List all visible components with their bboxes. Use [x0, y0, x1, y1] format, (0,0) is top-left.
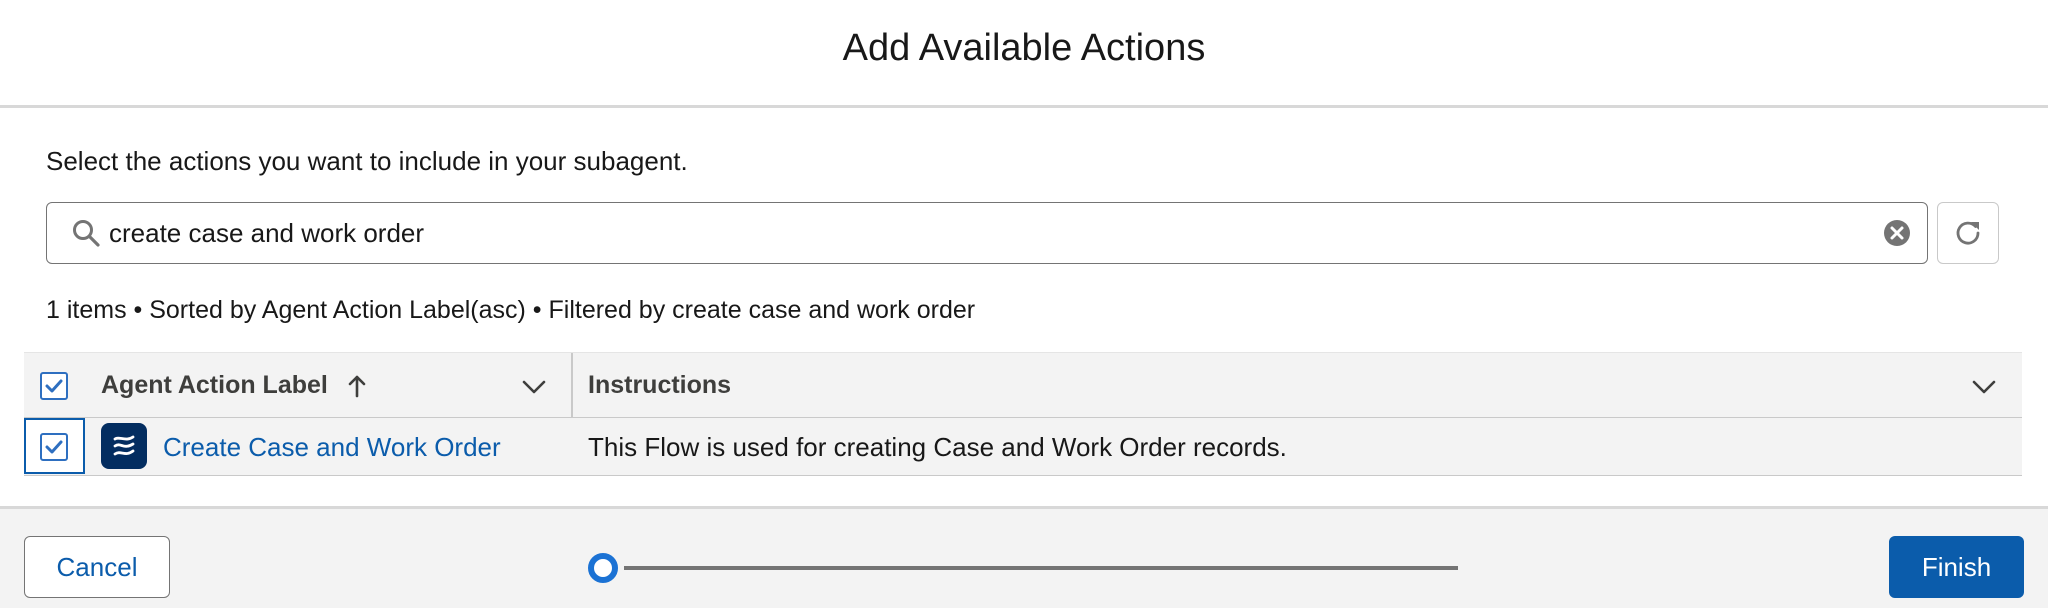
column-menu-chevron-down-icon[interactable] [520, 375, 548, 399]
column-menu-chevron-down-icon[interactable] [1970, 375, 1998, 399]
row-select-cell[interactable] [24, 418, 85, 474]
table-row: Create Case and Work Order This Flow is … [24, 418, 2022, 476]
modal-title: Add Available Actions [842, 27, 1206, 69]
add-actions-modal: Add Available Actions Select the actions… [0, 0, 2048, 608]
search-icon [73, 220, 100, 247]
modal-instructions: Select the actions you want to include i… [46, 146, 688, 176]
refresh-icon [1956, 221, 1980, 245]
progress-track [624, 566, 1458, 570]
modal-header: Add Available Actions [0, 0, 2048, 108]
sort-ascending-icon[interactable] [346, 373, 368, 399]
table-header: Agent Action Label Instructions [24, 352, 2022, 419]
modal-footer: Cancel Finish [0, 506, 2048, 608]
flow-icon [101, 423, 147, 469]
progress-indicator [588, 553, 1458, 583]
progress-step-current[interactable] [588, 553, 618, 583]
select-all-checkbox[interactable] [40, 372, 68, 400]
checkmark-icon [45, 379, 63, 393]
list-summary: 1 items • Sorted by Agent Action Label(a… [46, 296, 976, 324]
finish-button[interactable]: Finish [1889, 536, 2024, 598]
row-checkbox[interactable] [40, 433, 68, 461]
cancel-button[interactable]: Cancel [24, 536, 170, 598]
column-divider[interactable] [571, 353, 573, 419]
clear-search-icon[interactable] [1883, 219, 1911, 247]
actions-table: Agent Action Label Instructions Create C… [24, 352, 2022, 476]
action-label-link[interactable]: Create Case and Work Order [163, 432, 501, 463]
column-header-instructions[interactable]: Instructions [588, 371, 731, 400]
action-instructions: This Flow is used for creating Case and … [588, 432, 1287, 462]
refresh-button[interactable] [1937, 202, 1999, 264]
search-box [46, 202, 1928, 264]
search-input[interactable] [109, 211, 1809, 255]
column-header-agent-action-label[interactable]: Agent Action Label [101, 371, 328, 400]
checkmark-icon [45, 440, 63, 454]
